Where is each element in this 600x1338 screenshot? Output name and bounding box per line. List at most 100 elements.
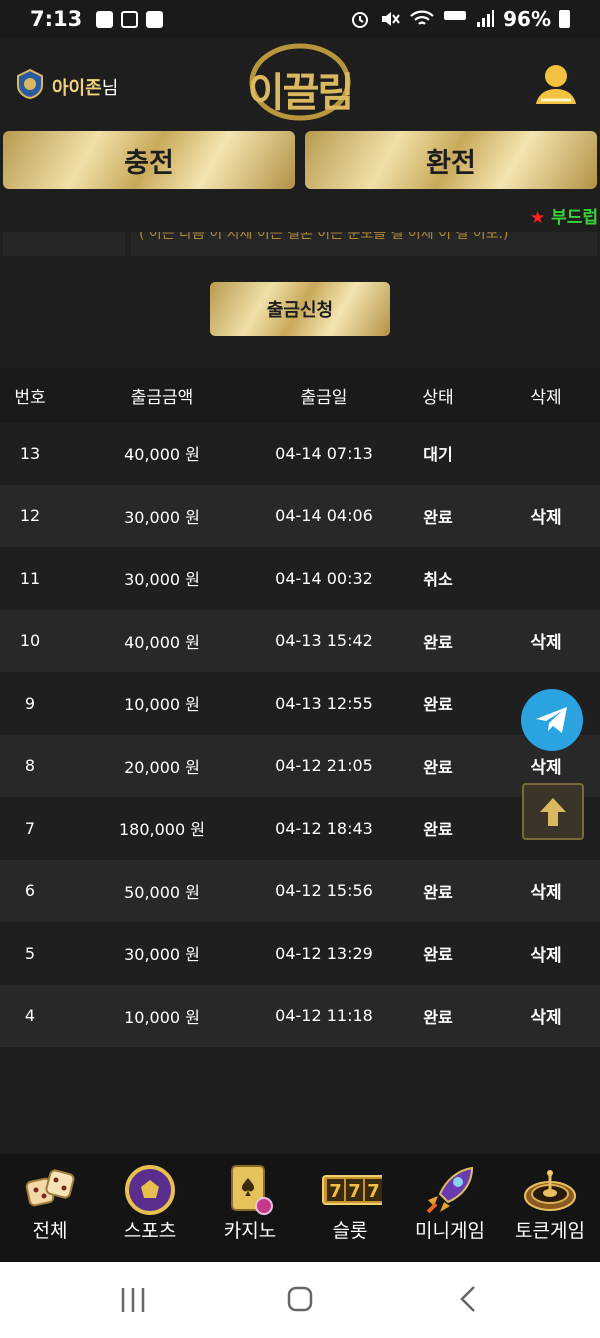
soccer-ball-icon	[125, 1165, 175, 1215]
nav-item-minigame[interactable]: 미니게임	[400, 1154, 500, 1262]
table-row: 6 50,000 원 04-12 15:56 완료 삭제	[0, 859, 600, 922]
mute-alarm-icon	[121, 10, 139, 28]
status-time: 7:13	[30, 7, 83, 31]
notice-strip: ( 이는 다음 이 지제 이는 결론 이는 문모를 결 이제 이 결 이모.)	[0, 232, 600, 260]
column-header-number: 번호	[14, 387, 46, 408]
table-row: 5 30,000 원 04-12 13:29 완료 삭제	[0, 922, 600, 985]
user-level-badge-icon	[17, 68, 43, 100]
row-amount: 180,000 원	[119, 820, 205, 840]
row-status: 완료	[423, 882, 453, 902]
row-number: 12	[19, 506, 41, 526]
svg-text:7: 7	[329, 1181, 342, 1202]
row-number: 9	[24, 693, 36, 713]
charge-button[interactable]: 충전	[3, 131, 295, 189]
row-date: 04-14 07:13	[275, 443, 373, 463]
status-right: 96%	[349, 7, 570, 31]
nav-item-slot[interactable]: 7 7 7 슬롯	[300, 1154, 400, 1262]
dice-icon	[25, 1169, 75, 1207]
row-status: 완료	[423, 820, 453, 840]
site-logo[interactable]: 이끌림	[244, 42, 356, 122]
table-row: 7 180,000 원 04-12 18:43 완료	[0, 797, 600, 860]
notice-ticker: ★ 부드럽	[530, 203, 598, 228]
row-delete-button[interactable]: 삭제	[492, 941, 600, 966]
row-number: 8	[24, 756, 36, 776]
row-delete-button[interactable]: 삭제	[492, 878, 600, 903]
nav-item-sports[interactable]: 스포츠	[100, 1154, 200, 1262]
gallery-icon	[96, 10, 114, 28]
status-bar: 7:13 96%	[0, 0, 600, 38]
table-row: 12 30,000 원 04-14 04:06 완료 삭제	[0, 484, 600, 547]
row-status: 완료	[423, 507, 453, 527]
nav-label: 토큰게임	[515, 1220, 585, 1242]
wifi-icon	[410, 10, 434, 25]
row-delete-button[interactable]: 삭제	[492, 503, 600, 528]
row-amount: 30,000 원	[124, 507, 200, 527]
row-delete-button[interactable]: 삭제	[492, 753, 600, 778]
withdraw-request-button[interactable]: 출금신청	[210, 282, 390, 336]
nav-item-token-game[interactable]: 토큰게임	[500, 1154, 600, 1262]
telegram-button[interactable]	[521, 689, 583, 751]
row-amount: 20,000 원	[124, 757, 200, 777]
nav-label: 슬롯	[332, 1220, 368, 1242]
svg-text:7: 7	[348, 1181, 361, 1202]
row-date: 04-13 12:55	[275, 693, 373, 713]
table-row: 9 10,000 원 04-13 12:55 완료	[0, 672, 600, 735]
status-notification-icons	[96, 10, 164, 28]
row-status: 완료	[423, 632, 453, 652]
battery-percent: 96%	[503, 7, 551, 31]
row-number: 4	[24, 1006, 36, 1026]
nav-item-all[interactable]: 전체	[0, 1154, 100, 1262]
row-amount: 30,000 원	[124, 570, 200, 590]
nav-item-casino[interactable]: 카지노	[200, 1154, 300, 1262]
row-delete-button[interactable]: 삭제	[492, 628, 600, 653]
notice-text-box: ( 이는 다음 이 지제 이는 결론 이는 문모를 결 이제 이 결 이모.)	[131, 232, 597, 256]
table-row: 4 10,000 원 04-12 11:18 완료 삭제	[0, 984, 600, 1047]
scroll-to-top-button[interactable]	[522, 783, 584, 840]
slot-777-icon: 7 7 7	[322, 1175, 382, 1205]
table-row: 10 40,000 원 04-13 15:42 완료 삭제	[0, 609, 600, 672]
roulette-icon	[524, 1170, 576, 1211]
nav-label: 전체	[32, 1220, 68, 1242]
user-name-text: 아이존	[52, 78, 102, 99]
nav-label: 스포츠	[123, 1220, 177, 1242]
row-amount: 10,000 원	[124, 1007, 200, 1027]
user-name[interactable]: 아이존님	[52, 74, 118, 100]
home-icon[interactable]	[280, 1282, 320, 1318]
column-header-status: 상태	[422, 387, 454, 408]
system-navigation-bar	[0, 1262, 600, 1338]
svg-text:7: 7	[367, 1181, 380, 1202]
playing-cards-icon	[231, 1165, 273, 1215]
rocket-icon	[426, 1166, 474, 1214]
row-number: 7	[24, 818, 36, 838]
row-date: 04-12 18:43	[275, 818, 373, 838]
row-amount: 30,000 원	[124, 945, 200, 965]
row-delete-button[interactable]: 삭제	[492, 1003, 600, 1028]
row-amount: 10,000 원	[124, 695, 200, 715]
row-status: 완료	[423, 1007, 453, 1027]
notice-text: ( 이는 다음 이 지제 이는 결론 이는 문모를 결 이제 이 결 이모.)	[139, 232, 509, 242]
table-row: 13 40,000 원 04-14 07:13 대기	[0, 422, 600, 485]
row-status: 취소	[423, 570, 453, 590]
row-date: 04-14 04:06	[275, 506, 373, 526]
exchange-button[interactable]: 환전	[305, 131, 597, 189]
alarm-icon	[352, 12, 369, 28]
hd-voice-icon	[444, 11, 467, 20]
app-header: 아이존님 이끌림	[0, 38, 600, 130]
telegram-icon	[536, 707, 567, 733]
row-number: 6	[24, 881, 36, 901]
recent-apps-icon[interactable]	[113, 1282, 153, 1318]
profile-icon[interactable]	[533, 62, 579, 108]
logo-text: 이끌림	[247, 70, 354, 116]
row-date: 04-12 13:29	[275, 943, 373, 963]
ticker-text: 부드럽	[551, 208, 599, 228]
row-amount: 40,000 원	[124, 445, 200, 465]
back-icon[interactable]	[449, 1282, 489, 1318]
row-status: 대기	[423, 445, 453, 465]
arrow-up-icon	[540, 797, 566, 826]
row-status: 완료	[423, 945, 453, 965]
mute-icon	[382, 12, 400, 26]
withdrawal-history-table: 번호 출금금액 출금일 상태 삭제 13 40,000 원 04-14 07:1…	[0, 368, 600, 1047]
row-amount: 40,000 원	[124, 632, 200, 652]
row-date: 04-14 00:32	[275, 568, 373, 588]
row-date: 04-13 15:42	[275, 631, 373, 651]
